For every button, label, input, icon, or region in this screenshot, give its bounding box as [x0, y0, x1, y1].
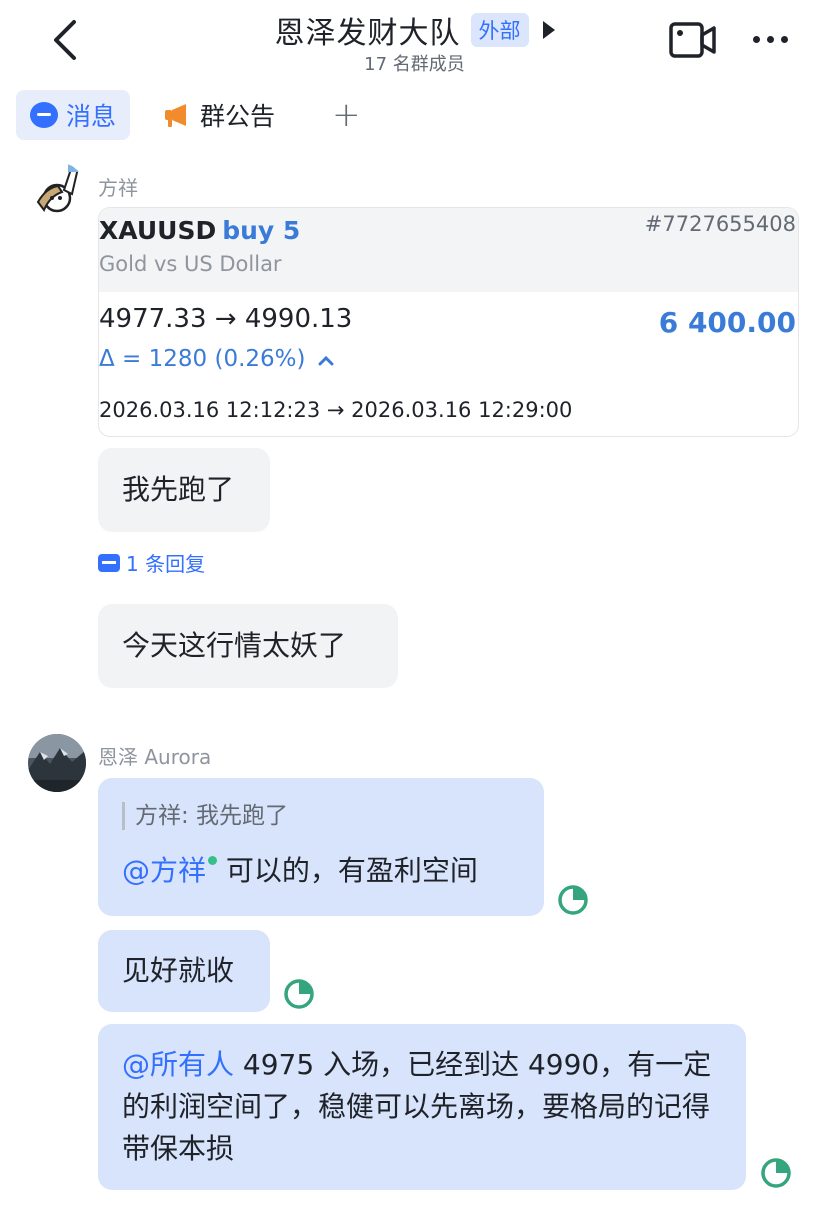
message-text: @方祥 可以的，有盈利空间: [122, 854, 478, 887]
mention-link[interactable]: @方祥: [122, 854, 206, 887]
message-bubble[interactable]: 见好就收: [98, 930, 270, 1012]
mention-all-link[interactable]: @所有人: [122, 1048, 234, 1081]
message-text: 我先跑了: [122, 473, 235, 506]
tab-announcement[interactable]: 群公告: [150, 90, 289, 140]
trade-times: 2026.03.16 12:12:23 → 2026.03.16 12:29:0…: [99, 398, 573, 422]
delta-value: Δ = 1280 (0.26%): [99, 346, 335, 372]
message-text: 见好就收: [122, 954, 235, 987]
message-icon: [30, 102, 58, 128]
chat-header: 恩泽发财大队 外部 17 名群成员: [0, 0, 829, 84]
trade-action: buy 5: [222, 216, 301, 245]
add-tab-button[interactable]: +: [318, 90, 375, 140]
external-badge: 外部: [470, 13, 529, 47]
cartoon-avatar-icon: [28, 162, 86, 220]
reply-icon: [98, 553, 120, 572]
read-receipt-icon[interactable]: [760, 1157, 792, 1189]
message-bubble[interactable]: 方祥: 我先跑了 @方祥 可以的，有盈利空间: [98, 778, 544, 916]
online-dot: [208, 856, 218, 865]
price-change: 4977.33 → 4990.13: [99, 304, 353, 334]
landscape-avatar-icon: [28, 734, 86, 792]
profit-value: 6 400.00: [658, 306, 796, 339]
message-bubble[interactable]: 我先跑了: [98, 448, 270, 532]
chevron-up-icon: [318, 355, 334, 366]
sender-name: 恩泽 Aurora: [98, 745, 212, 769]
order-id: #7727655408: [644, 212, 796, 236]
trade-symbol: XAUUSD buy 5: [99, 216, 301, 245]
plus-icon: +: [332, 95, 361, 135]
pair-name: Gold vs US Dollar: [99, 252, 282, 276]
video-call-icon[interactable]: [668, 20, 718, 60]
reply-thread-link[interactable]: 1 条回复: [98, 548, 205, 577]
tab-messages[interactable]: 消息: [16, 90, 131, 140]
avatar[interactable]: [28, 734, 86, 792]
trade-card[interactable]: XAUUSD buy 5 #7727655408 Gold vs US Dolla…: [98, 207, 799, 437]
read-receipt-icon[interactable]: [283, 978, 315, 1010]
quoted-message[interactable]: 方祥: 我先跑了: [122, 802, 520, 830]
tab-bar: 消息 群公告 +: [0, 90, 829, 142]
group-title: 恩泽发财大队: [274, 16, 461, 51]
message-bubble[interactable]: 今天这行情太妖了: [98, 604, 398, 688]
tab-label: 群公告: [200, 102, 276, 131]
tab-label: 消息: [66, 102, 117, 131]
megaphone-icon: [165, 104, 186, 127]
avatar[interactable]: [28, 162, 86, 220]
triangle-right-icon: [542, 21, 555, 39]
message-text: @所有人 4975 入场，已经到达 4990，有一定的利润空间了，稳健可以先离场…: [122, 1048, 712, 1165]
message-text: 今天这行情太妖了: [122, 629, 347, 662]
reply-count: 1 条回复: [126, 552, 206, 576]
read-receipt-icon[interactable]: [557, 884, 589, 916]
more-options-icon[interactable]: [748, 24, 792, 54]
sender-name: 方祥: [98, 176, 138, 200]
message-bubble[interactable]: @所有人 4975 入场，已经到达 4990，有一定的利润空间了，稳健可以先离场…: [98, 1024, 746, 1190]
